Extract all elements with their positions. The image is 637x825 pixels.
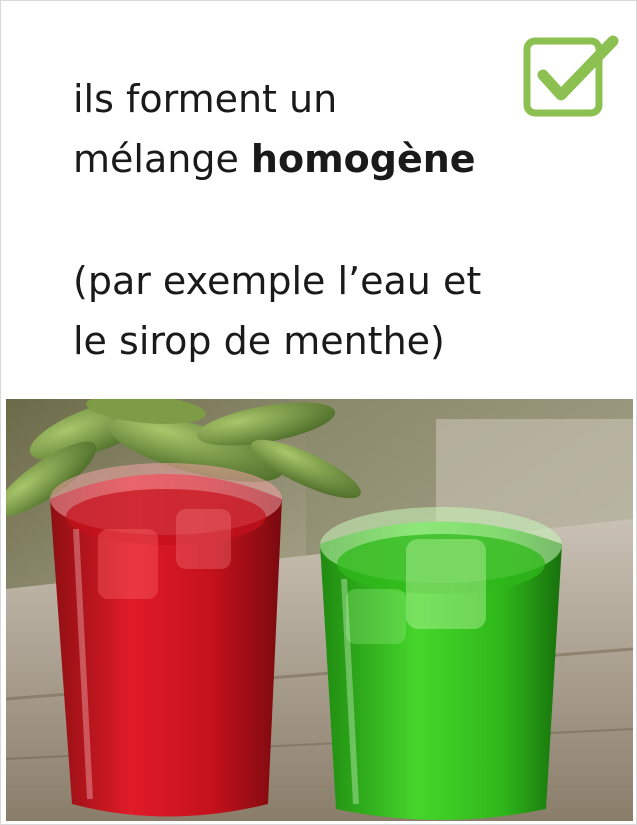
example-line-1: (par exemple l’eau et (73, 259, 482, 303)
keyword-homogene: homogène (250, 137, 476, 181)
statement-line-2: mélange homogène (73, 129, 533, 189)
drinks-photo (6, 399, 633, 821)
line-spacer (73, 189, 533, 251)
example-line-2: le sirop de menthe) (73, 319, 445, 363)
statement-text: ils forment un mélange homogène (par exe… (73, 69, 533, 371)
statement-line-1: ils forment un (73, 77, 338, 121)
statement-line-2-plain: mélange (73, 137, 251, 181)
checkbox-checked-icon (523, 35, 619, 117)
card: ils forment un mélange homogène (par exe… (0, 0, 637, 825)
